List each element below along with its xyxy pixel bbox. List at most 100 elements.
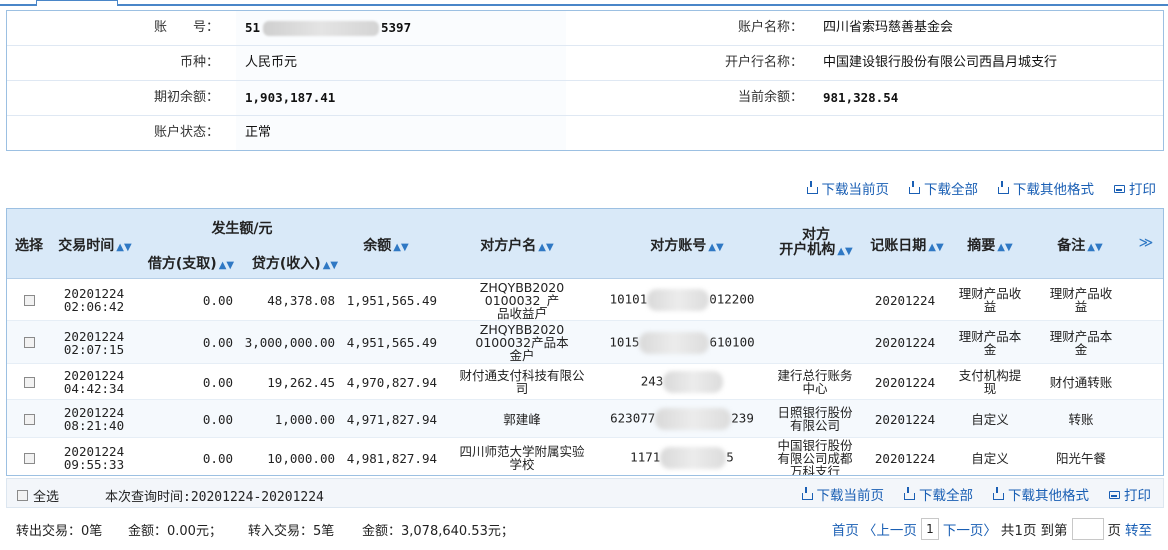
row-select[interactable]: [21, 438, 37, 475]
download-current-link-bottom[interactable]: 下载当前页: [801, 484, 884, 504]
prev-page-link[interactable]: 〈上一页: [863, 519, 917, 539]
row-checkbox[interactable]: [23, 376, 35, 388]
cp-acct-prefix: 243: [640, 373, 664, 389]
tab-active[interactable]: [36, 0, 118, 6]
cell-credit: 10,000.00: [243, 438, 335, 475]
tx-credit: 10,000.00: [267, 450, 335, 466]
row-select[interactable]: [21, 279, 37, 321]
info-row-account: 账 号： 51 5397 账户名称： 四川省索玛慈善基金会: [7, 11, 1163, 46]
row-select[interactable]: [21, 364, 37, 400]
sort-icon: ▲▼: [116, 242, 132, 253]
sort-icon: ▲▼: [538, 242, 554, 253]
tx-time: 02:07:15: [63, 341, 125, 357]
tx-debit: 0.00: [202, 374, 233, 390]
currency-label: 币种：: [179, 55, 219, 70]
col-note[interactable]: 备注 ▲▼: [1047, 235, 1113, 255]
select-all-checkbox[interactable]: [17, 490, 28, 501]
cell-balance: 4,970,827.94: [343, 364, 437, 400]
currency-value: 人民币元: [245, 55, 298, 70]
col-cp-name[interactable]: 对方户名 ▲▼: [467, 235, 567, 255]
col-summary[interactable]: 摘要 ▲▼: [957, 235, 1023, 255]
table-header: 选择 交易时间 ▲▼ 发生额/元 借方(支取) ▲▼ 贷方(收入) ▲▼ 余额 ▲▼ 对…: [7, 209, 1163, 279]
acct-no-mask: [263, 21, 379, 36]
cell-note: 理财产品本金: [1041, 321, 1121, 364]
tx-credit: 3,000,000.00: [244, 335, 335, 350]
tx-book-date: 20201224: [874, 335, 936, 350]
row-checkbox[interactable]: [23, 452, 35, 464]
download-icon: [993, 486, 1004, 500]
col-book-date[interactable]: 记账日期 ▲▼: [867, 235, 947, 255]
download-all-link-bottom[interactable]: 下载全部: [904, 484, 973, 504]
cell-time: 20201224 04:42:34: [57, 364, 131, 400]
cp-acct-prefix: 1171: [630, 449, 661, 465]
more-columns-icon[interactable]: ≫: [1135, 235, 1157, 251]
download-other-link-bottom[interactable]: 下载其他格式: [993, 484, 1089, 504]
tx-credit: 19,262.45: [267, 374, 335, 390]
tx-debit: 0.00: [202, 411, 233, 427]
download-icon: [998, 180, 1009, 194]
current-balance-label: 当前余额：: [737, 90, 803, 105]
tx-balance: 1,951,565.49: [346, 292, 437, 308]
in-tx-amount: 金额：3,078,640.53元；: [362, 524, 514, 539]
cell-credit: 3,000,000.00: [243, 321, 335, 364]
col-time-label: 交易时间: [58, 238, 115, 254]
col-credit-label: 贷方(收入): [251, 256, 321, 272]
col-credit[interactable]: 贷方(收入) ▲▼: [245, 253, 345, 273]
cp-acct-prefix: 10101: [609, 291, 648, 307]
cell-note: 转账: [1041, 400, 1121, 438]
download-current-label: 下载当前页: [821, 182, 890, 198]
out-tx-amount: 金额：0.00元；: [128, 524, 222, 539]
cp-acct-mask: [663, 371, 724, 393]
cell-cp-org: 中国银行股份 有限公司成都 万科支行: [767, 438, 863, 476]
download-icon: [904, 486, 915, 500]
note-line: 转账: [1068, 411, 1094, 427]
cp-acct-suffix: 012200: [709, 291, 755, 307]
select-all[interactable]: 全选: [17, 486, 59, 505]
cp-acct-suffix: 239: [731, 410, 754, 426]
info-row-status: 账户状态： 正常: [7, 116, 1163, 151]
cell-cp-acct: 623077 239: [607, 400, 757, 438]
col-cp-acct[interactable]: 对方账号 ▲▼: [637, 235, 737, 255]
col-balance[interactable]: 余额 ▲▼: [353, 235, 419, 255]
col-debit-label: 借方(支取): [147, 256, 217, 272]
cell-credit: 1,000.00: [243, 400, 335, 438]
col-cp-org[interactable]: 对方 开户机构 ▲▼: [771, 228, 861, 259]
download-all-label: 下载全部: [919, 488, 973, 504]
download-other-link[interactable]: 下载其他格式: [998, 178, 1094, 198]
download-all-link[interactable]: 下载全部: [909, 178, 978, 198]
cell-summary: 理财产品收益: [951, 279, 1029, 321]
col-time[interactable]: 交易时间 ▲▼: [55, 235, 135, 255]
acct-no-prefix: 51: [245, 20, 261, 35]
row-select[interactable]: [21, 400, 37, 438]
row-checkbox[interactable]: [23, 413, 35, 425]
goto-page-input[interactable]: [1071, 518, 1104, 540]
open-balance-value: 1,903,187.41: [245, 90, 336, 105]
download-current-link[interactable]: 下载当前页: [806, 178, 890, 198]
print-link[interactable]: 打印: [1114, 178, 1156, 198]
row-select[interactable]: [21, 321, 37, 364]
next-page-link[interactable]: 下一页〉: [943, 519, 997, 539]
col-cp-acct-label: 对方账号: [650, 238, 707, 254]
first-page-link[interactable]: 首页: [832, 519, 859, 539]
col-debit[interactable]: 借方(支取) ▲▼: [141, 253, 241, 273]
cell-cp-name: 四川师范大学附属实验 学校: [447, 438, 597, 475]
col-cp-org-label-1: 对方: [802, 227, 830, 243]
cp-acct-mask: [647, 289, 710, 311]
go-page-button[interactable]: 转至: [1125, 519, 1152, 539]
tx-credit: 48,378.08: [267, 292, 335, 308]
tx-debit: 0.00: [202, 450, 233, 466]
tx-balance: 4,951,565.49: [346, 335, 437, 350]
summary-line: 金: [983, 341, 997, 357]
row-checkbox[interactable]: [23, 294, 35, 306]
actions-top: 下载当前页 下载全部 下载其他格式 打印: [806, 178, 1156, 198]
open-balance-label: 期初余额：: [153, 90, 219, 105]
cp-name-line: 郭建峰: [503, 411, 541, 427]
print-link-bottom[interactable]: 打印: [1109, 484, 1151, 504]
row-checkbox[interactable]: [23, 337, 35, 348]
cp-acct-prefix: 1015: [609, 334, 640, 349]
cell-cp-org: 日照银行股份 有限公司: [767, 400, 863, 438]
cp-acct-mask: [639, 331, 710, 354]
tx-time: 04:42:34: [63, 381, 125, 396]
cell-book-date: 20201224: [867, 279, 943, 321]
sort-icon: ▲▼: [1087, 242, 1103, 253]
